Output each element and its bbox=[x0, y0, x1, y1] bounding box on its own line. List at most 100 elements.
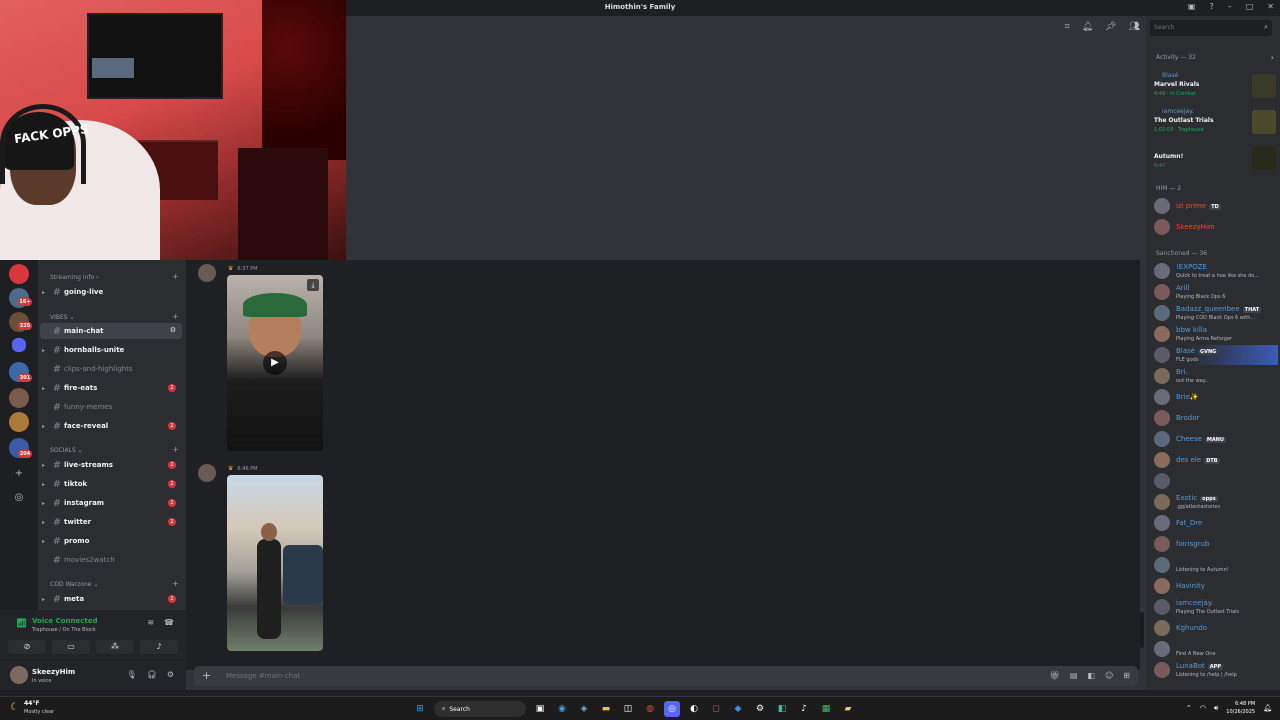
microphone-icon[interactable]: 🎙︎ bbox=[127, 670, 137, 679]
member-item[interactable] bbox=[1154, 471, 1278, 491]
add-channel-icon[interactable]: + bbox=[172, 273, 179, 281]
file-explorer-icon[interactable]: ▬ bbox=[598, 701, 614, 717]
discord-icon[interactable]: ◎ bbox=[664, 701, 680, 717]
member-item[interactable]: Fat_Dre bbox=[1154, 513, 1278, 533]
settings-icon[interactable]: ⚙ bbox=[752, 701, 768, 717]
member-item[interactable]: SkeezyHim bbox=[1154, 217, 1278, 237]
member-item[interactable]: Arill Playing Black Ops 6 bbox=[1154, 282, 1278, 302]
channel-going-live[interactable]: ▸ # going-live bbox=[40, 284, 182, 300]
category-header[interactable]: COD Warzone ⌄ + bbox=[50, 580, 179, 589]
taskbar-search[interactable]: ⌕ Search bbox=[434, 701, 526, 717]
activities-button[interactable]: ⁂ bbox=[96, 640, 134, 654]
member-item[interactable]: Find A New One bbox=[1154, 639, 1278, 659]
voice-location[interactable]: Traphouse / On The Block bbox=[32, 627, 96, 633]
activity-card[interactable]: iamceejay. The Outlast Trials 1:02:03 · … bbox=[1154, 108, 1276, 138]
member-item[interactable]: Exotic opps .gg/atlantastories bbox=[1154, 492, 1278, 512]
member-item[interactable]: !EXPOZE Quick to treat a hoe like she do.… bbox=[1154, 261, 1278, 281]
member-item[interactable]: Havinity bbox=[1154, 576, 1278, 596]
maximize-button[interactable]: □ bbox=[1246, 2, 1254, 11]
apps-icon[interactable]: ⊞ bbox=[1123, 671, 1130, 680]
category-header[interactable]: Streaming info › + bbox=[50, 273, 179, 282]
member-item[interactable]: Blasé GVNG FLE gods bbox=[1154, 345, 1278, 365]
member-item[interactable]: izi prime TD bbox=[1154, 196, 1278, 216]
category-header[interactable]: VIBES ⌄ + bbox=[50, 313, 179, 322]
chrome-icon[interactable]: ◍ bbox=[642, 701, 658, 717]
member-item[interactable]: iamceejay. Playing The Outlast Trials bbox=[1154, 597, 1278, 617]
avatar[interactable] bbox=[198, 264, 216, 282]
copilot-icon[interactable]: ◈ bbox=[576, 701, 592, 717]
play-button[interactable]: ▶ bbox=[263, 351, 287, 375]
channel-twitter[interactable]: ▸ # twitter 2 bbox=[40, 514, 182, 530]
channel-instagram[interactable]: ▸ # instagram 2 bbox=[40, 495, 182, 511]
member-item[interactable]: des ele DTB bbox=[1154, 450, 1278, 470]
member-item[interactable]: Brie✨ bbox=[1154, 387, 1278, 407]
channel-fire-eats[interactable]: ▸ # fire-eats 2 bbox=[40, 380, 182, 396]
sticker-icon[interactable]: ◧ bbox=[1087, 671, 1095, 680]
avatar[interactable] bbox=[198, 464, 216, 482]
app-icon[interactable]: ◧ bbox=[774, 701, 790, 717]
server-icon[interactable] bbox=[9, 412, 29, 432]
message-input[interactable] bbox=[226, 672, 826, 680]
app-icon[interactable]: ◆ bbox=[730, 701, 746, 717]
video-attachment[interactable] bbox=[227, 475, 323, 651]
inbox-icon[interactable]: ▣ bbox=[1188, 2, 1196, 11]
channel-face-reveal[interactable]: ▸ # face-reveal 2 bbox=[40, 418, 182, 434]
task-view-icon[interactable]: ▣ bbox=[532, 701, 548, 717]
download-icon[interactable]: ⤓ bbox=[307, 279, 319, 291]
member-item[interactable]: Brodor bbox=[1154, 408, 1278, 428]
excel-icon[interactable]: ▦ bbox=[818, 701, 834, 717]
member-item[interactable]: bbw killa Playing Arma Reforger bbox=[1154, 324, 1278, 344]
channel-clips-and-highlights[interactable]: # clips-and-highlights bbox=[40, 361, 182, 377]
chevron-right-icon[interactable]: › bbox=[1271, 53, 1274, 62]
scrollbar[interactable] bbox=[1140, 612, 1144, 648]
server-icon[interactable] bbox=[9, 388, 29, 408]
pin-icon[interactable]: 📌︎ bbox=[1105, 22, 1116, 32]
server-icon[interactable] bbox=[9, 264, 29, 284]
add-channel-icon[interactable]: + bbox=[172, 446, 179, 454]
tiktok-icon[interactable]: ♪ bbox=[796, 701, 812, 717]
threads-icon[interactable]: ⌗ bbox=[1065, 22, 1070, 32]
add-server-icon[interactable]: + bbox=[13, 468, 25, 480]
member-item[interactable]: Cheese MANU bbox=[1154, 429, 1278, 449]
add-channel-icon[interactable]: + bbox=[172, 313, 179, 321]
bell-icon[interactable]: 🔔︎ bbox=[1082, 22, 1093, 32]
volume-icon[interactable]: 🔊︎ bbox=[1214, 704, 1218, 713]
emoji-icon[interactable]: ☺ bbox=[1105, 671, 1113, 680]
channel-main-chat[interactable]: # main-chat ⚙ bbox=[40, 323, 182, 339]
soundboard-button[interactable]: ♪ bbox=[140, 640, 178, 654]
channel-settings-icon[interactable]: ⚙ bbox=[170, 326, 176, 334]
channel-tiktok[interactable]: ▸ # tiktok 2 bbox=[40, 476, 182, 492]
edge-icon[interactable]: ◉ bbox=[554, 701, 570, 717]
discover-icon[interactable]: ◎ bbox=[13, 492, 25, 504]
instagram-icon[interactable]: ◻ bbox=[708, 701, 724, 717]
voice-status[interactable]: Voice Connected bbox=[32, 617, 98, 625]
screenshare-button[interactable]: ▭ bbox=[52, 640, 90, 654]
camera-button[interactable]: ⊘ bbox=[8, 640, 46, 654]
wifi-icon[interactable]: ◠ bbox=[1200, 704, 1206, 712]
plus-icon[interactable]: + bbox=[202, 669, 211, 682]
notification-icon[interactable]: 🔔︎ bbox=[1263, 704, 1272, 712]
clock[interactable]: 6:48 PM 10/26/2025 bbox=[1226, 700, 1255, 716]
channel-live-streams[interactable]: ▸ # live-streams 2 bbox=[40, 457, 182, 473]
activity-card[interactable]: Blasé Marvel Rivals 4:49 · In Combat bbox=[1154, 72, 1276, 102]
search-input[interactable] bbox=[1154, 24, 1254, 31]
member-item[interactable]: Badazz_queenbee THAT Playing COD Black Ops… bbox=[1154, 303, 1278, 323]
video-attachment[interactable]: ⤓ ▶ bbox=[227, 275, 323, 451]
channel-hornballs-unite[interactable]: ▸ # hornballs-unite bbox=[40, 342, 182, 358]
category-header[interactable]: SOCIALS ⌄ + bbox=[50, 446, 179, 455]
channel-meta[interactable]: ▸ # meta 2 bbox=[40, 591, 182, 607]
activity-card[interactable]: Autumn! 0:47 bbox=[1154, 144, 1276, 174]
member-item[interactable]: foirisgrub bbox=[1154, 534, 1278, 554]
channel-funny-memes[interactable]: # funny-memes bbox=[40, 399, 182, 415]
steam-icon[interactable]: ◐ bbox=[686, 701, 702, 717]
chevron-up-icon[interactable]: ⌃ bbox=[1186, 704, 1192, 712]
folder-icon[interactable] bbox=[12, 338, 26, 352]
gif-icon[interactable]: ▤ bbox=[1070, 671, 1078, 680]
avatar[interactable] bbox=[10, 666, 28, 684]
member-item[interactable]: LunaBot APP Listening to /help | /help bbox=[1154, 660, 1278, 680]
noise-suppression-icon[interactable]: ≋ bbox=[147, 618, 154, 627]
sticky-notes-icon[interactable]: ▰ bbox=[840, 701, 856, 717]
member-item[interactable]: Bri. out the way.. bbox=[1154, 366, 1278, 386]
member-item[interactable]: Listening to Autumn! bbox=[1154, 555, 1278, 575]
add-channel-icon[interactable]: + bbox=[172, 580, 179, 588]
